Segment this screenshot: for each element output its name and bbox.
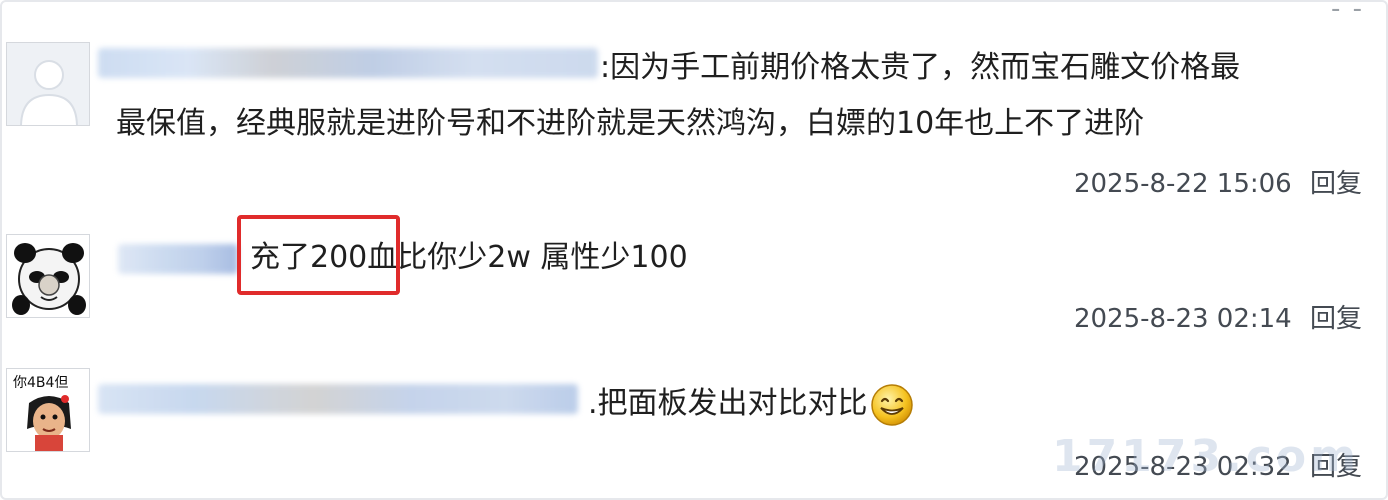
username-redacted — [98, 384, 578, 414]
site-watermark: 17173.com — [1052, 431, 1360, 482]
username-redacted — [98, 48, 598, 78]
comment-text-line: :因为手工前期价格太贵了，然而宝石雕文价格最 — [600, 50, 1241, 85]
reply-button[interactable]: 回复 — [1310, 304, 1362, 334]
comment-meta: 2025-8-22 15:06 回复 — [1074, 163, 1362, 200]
avatar[interactable]: 你4B4但 — [6, 368, 90, 452]
comment-text: .把面板发出对比对比 — [588, 382, 914, 427]
panda-meme-icon — [7, 235, 89, 317]
timestamp: 2025-8-23 02:14 — [1073, 304, 1292, 334]
timestamp: 2025-8-22 15:06 — [1073, 169, 1292, 199]
cropped-top-text: - - — [1330, 0, 1364, 24]
highlight-annotation — [237, 215, 400, 295]
avatar[interactable] — [6, 42, 90, 126]
default-person-icon — [7, 43, 89, 125]
comment-text-content: .把面板发出对比对比 — [588, 386, 868, 421]
smiley-face-icon — [870, 383, 913, 426]
comment-text-line: 最保值，经典服就是进阶号和不进阶就是天然鸿沟，白嫖的10年也上不了进阶 — [116, 106, 1145, 141]
avatar[interactable] — [6, 234, 90, 318]
comment-meta: 2025-8-23 02:14 回复 — [1074, 298, 1362, 335]
reply-button[interactable]: 回复 — [1310, 169, 1362, 199]
username-redacted — [118, 244, 238, 274]
cartoon-girl-meme-icon: 你4B4但 — [7, 369, 89, 451]
avatar-caption: 你4B4但 — [13, 375, 68, 391]
